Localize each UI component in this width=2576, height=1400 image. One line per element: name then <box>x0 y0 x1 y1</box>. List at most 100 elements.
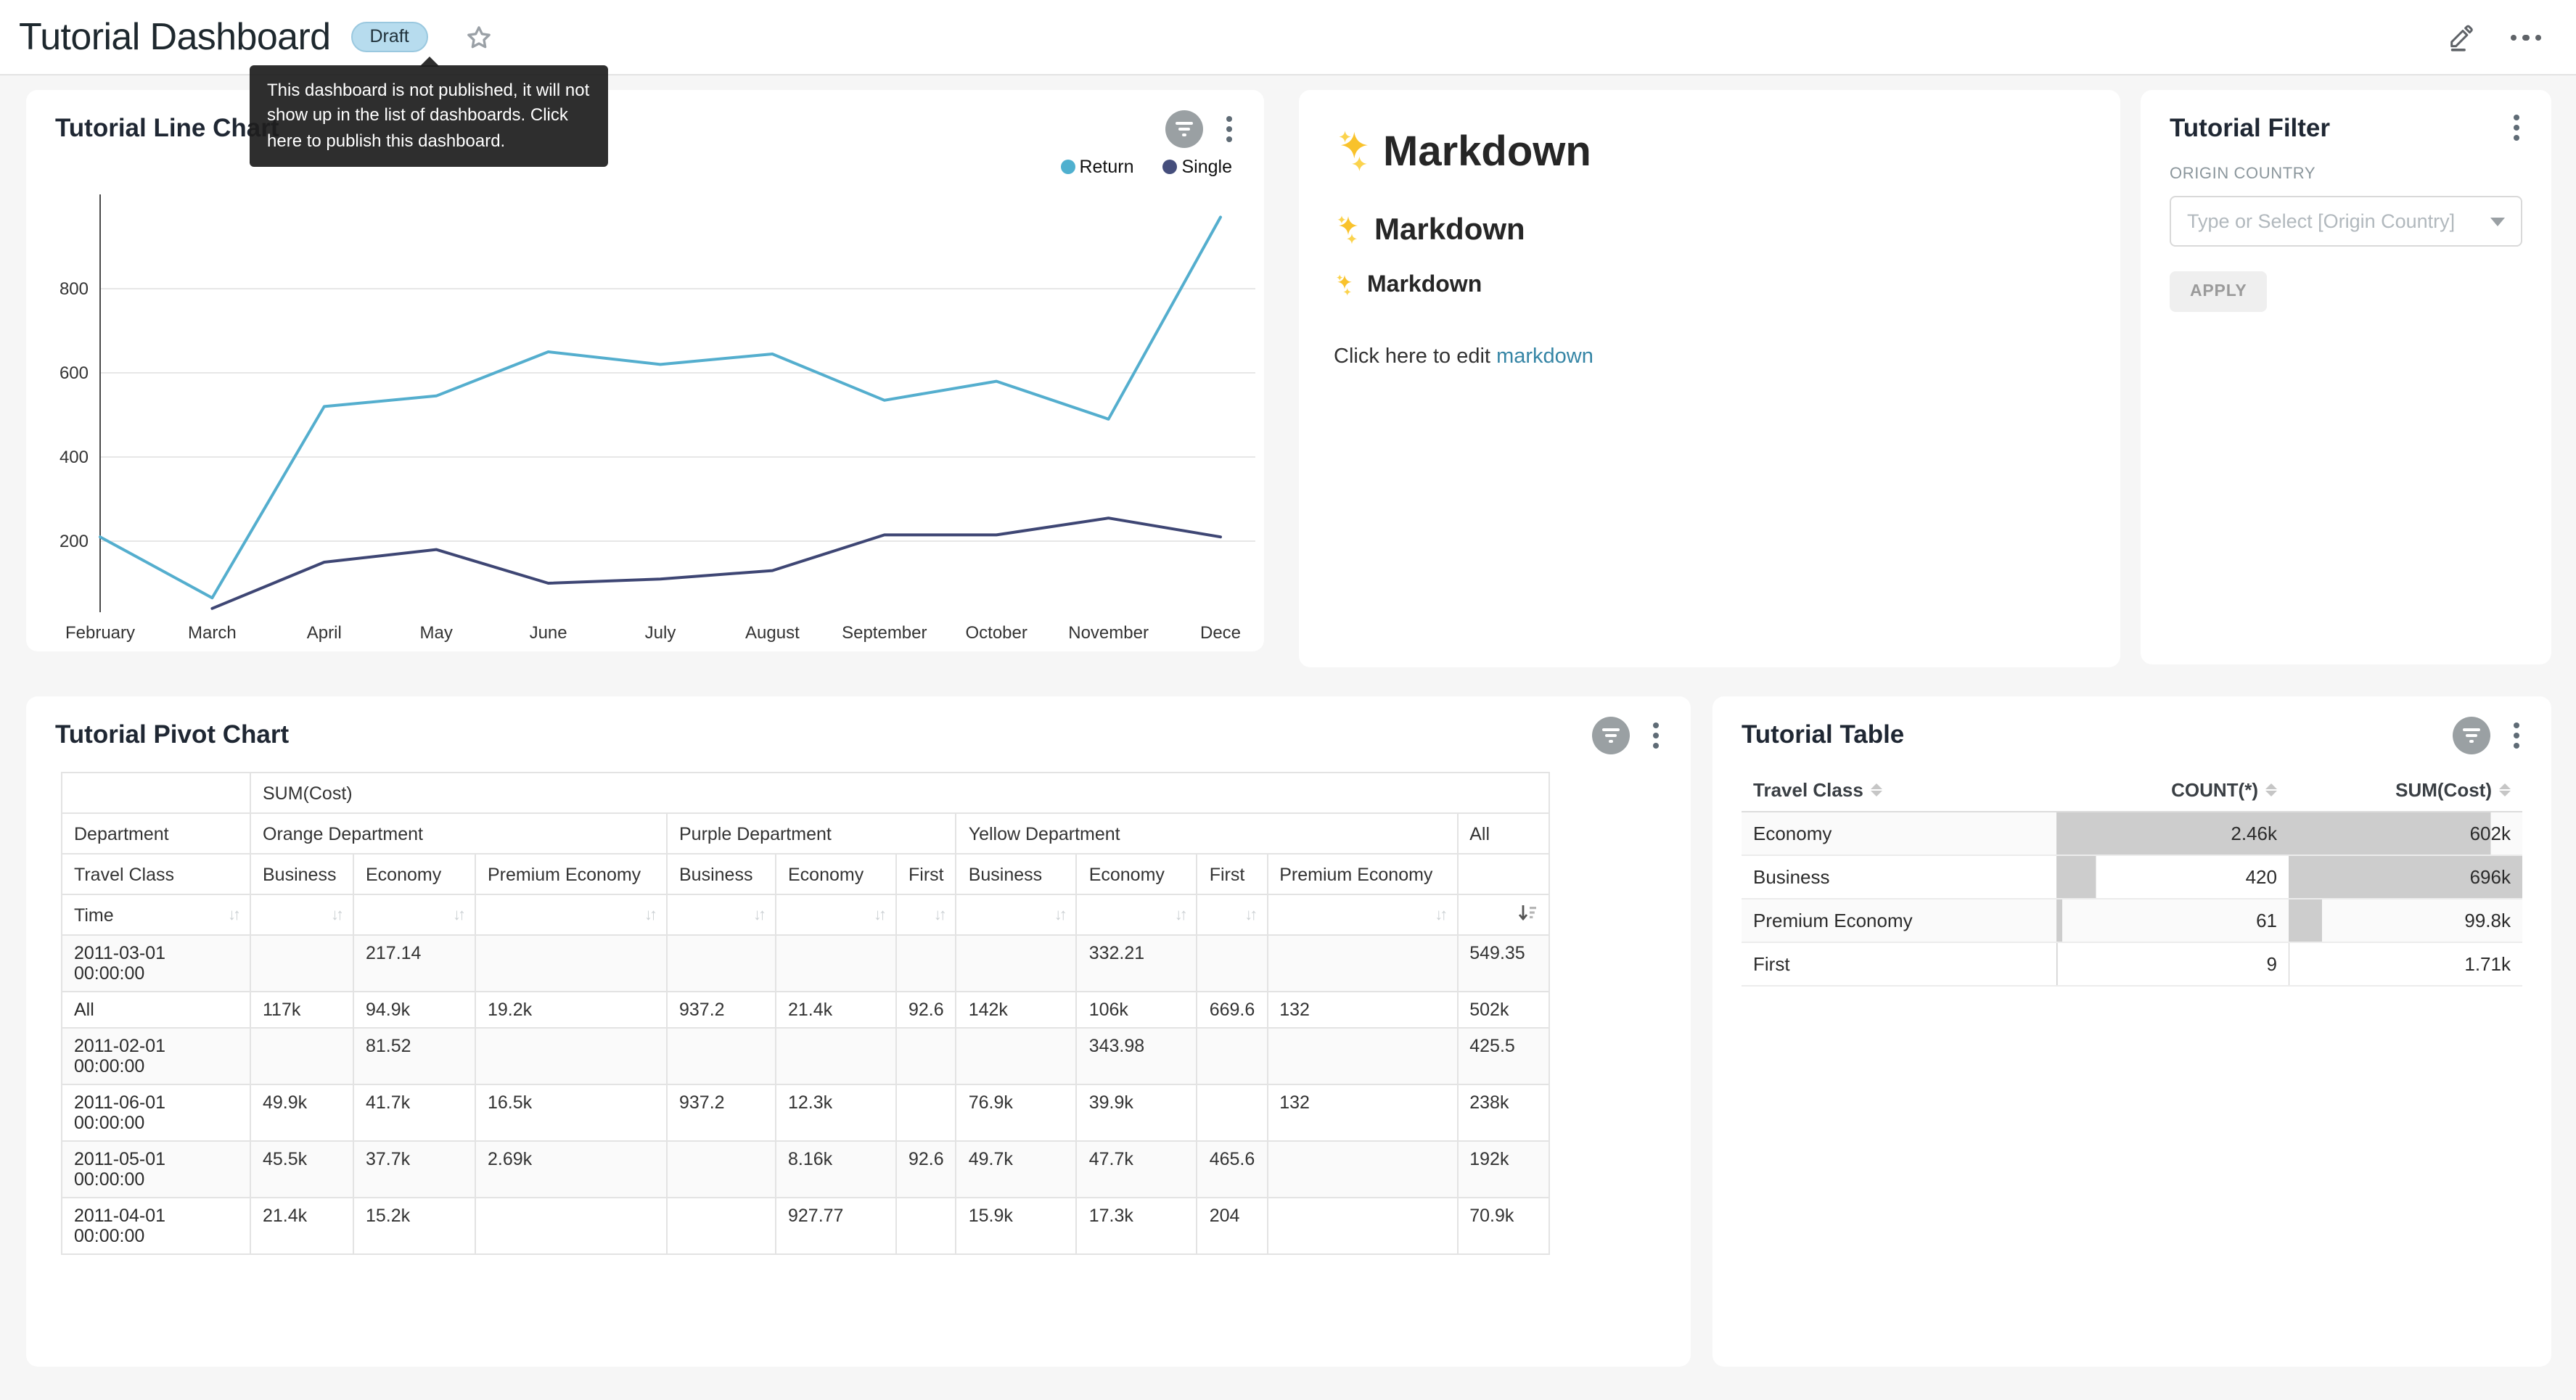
filter-scope-icon[interactable] <box>2453 717 2490 754</box>
pivot-cell <box>1197 1084 1268 1141</box>
sort-desc-active-icon[interactable] <box>1517 903 1536 926</box>
sparkles-icon <box>1334 213 1369 248</box>
pivot-metric-header: SUM(Cost) <box>250 773 1549 813</box>
pivot-subcol-header: Business <box>250 854 353 894</box>
edit-pencil-icon[interactable] <box>2446 23 2475 52</box>
pivot-row: 2011-06-01 00:00:0049.9k41.7k16.5k937.21… <box>62 1084 1549 1141</box>
svg-text:800: 800 <box>60 279 89 299</box>
cell-sum-cost: 99.8k <box>2289 899 2522 942</box>
pivot-cell <box>250 1028 353 1084</box>
tutorial-table: Travel Class COUNT(*) SUM(Cost) Economy2… <box>1742 769 2522 987</box>
pivot-cell: 669.6 <box>1197 992 1268 1028</box>
sort-carets-icon[interactable] <box>2499 783 2511 796</box>
apply-button[interactable]: APPLY <box>2170 271 2268 312</box>
svg-text:October: October <box>966 623 1027 643</box>
column-header-count[interactable]: COUNT(*) <box>2056 769 2289 812</box>
sort-icon[interactable]: ↓↑ <box>1054 906 1065 923</box>
pivot-cell: 117k <box>250 992 353 1028</box>
cell-count: 2.46k <box>2056 812 2289 855</box>
cell-sum-cost: 602k <box>2289 812 2522 855</box>
sort-icon[interactable]: ↓↑ <box>1175 906 1185 923</box>
chart-legend: Return Single <box>1060 157 1232 177</box>
filter-scope-icon[interactable] <box>1165 110 1203 148</box>
svg-text:Dece: Dece <box>1200 623 1241 643</box>
legend-dot-return <box>1060 160 1075 174</box>
sort-icon[interactable]: ↓↑ <box>453 906 463 923</box>
pivot-row: 2011-04-01 00:00:0021.4k15.2k927.7715.9k… <box>62 1198 1549 1254</box>
sort-icon[interactable]: ↓↑ <box>1244 906 1255 923</box>
pivot-cell <box>896 1084 956 1141</box>
cell-sum-cost: 696k <box>2289 855 2522 899</box>
table-row: Premium Economy6199.8k <box>1742 899 2522 942</box>
legend-item-single[interactable]: Single <box>1163 157 1233 177</box>
pivot-cell: 142k <box>956 992 1077 1028</box>
column-header-travel-class[interactable]: Travel Class <box>1742 769 2056 812</box>
sparkles-icon <box>1334 273 1360 299</box>
svg-text:March: March <box>188 623 237 643</box>
pivot-cell: 92.6 <box>896 992 956 1028</box>
pivot-sort-header: ↓↑ <box>250 894 353 935</box>
sort-icon[interactable]: ↓↑ <box>753 906 763 923</box>
svg-text:April: April <box>307 623 342 643</box>
pivot-cell: 238k <box>1457 1084 1549 1141</box>
header-more-menu-icon[interactable] <box>2510 35 2541 41</box>
draft-status-badge[interactable]: Draft <box>351 22 428 53</box>
pivot-cell <box>475 935 667 992</box>
sort-icon[interactable]: ↓↑ <box>934 906 944 923</box>
sort-icon[interactable]: ↓↑ <box>228 906 238 923</box>
pivot-row-dim-header: Department <box>62 813 250 854</box>
cell-sum-cost: 1.71k <box>2289 942 2522 986</box>
favorite-star-icon[interactable] <box>464 22 493 52</box>
pivot-sort-header: ↓↑ <box>1267 894 1457 935</box>
pivot-cell <box>776 935 896 992</box>
table-row: Business420696k <box>1742 855 2522 899</box>
cell-count: 9 <box>2056 942 2289 986</box>
markdown-paragraph: Click here to edit markdown <box>1334 345 2085 368</box>
pivot-chart-menu-icon[interactable] <box>1647 718 1665 753</box>
pivot-cell <box>667 1141 776 1198</box>
filter-panel-menu-icon[interactable] <box>2508 110 2525 145</box>
sort-icon[interactable]: ↓↑ <box>1435 906 1445 923</box>
pivot-subcol-header: Economy <box>1077 854 1197 894</box>
sort-icon[interactable]: ↓↑ <box>331 906 341 923</box>
cell-travel-class: Economy <box>1742 812 2056 855</box>
pivot-cell: 47.7k <box>1077 1141 1197 1198</box>
pivot-group-header: All <box>1457 813 1549 854</box>
table-panel-menu-icon[interactable] <box>2508 718 2525 753</box>
legend-item-return[interactable]: Return <box>1060 157 1133 177</box>
cell-travel-class: Business <box>1742 855 2056 899</box>
panel-markdown: Markdown Markdown Markdown Click here to… <box>1299 90 2120 667</box>
pivot-row-header: 2011-03-01 00:00:00 <box>62 935 250 992</box>
pivot-subcol-header: Business <box>956 854 1077 894</box>
pivot-cell <box>1267 935 1457 992</box>
pivot-subcol-header: First <box>896 854 956 894</box>
pivot-cell: 549.35 <box>1457 935 1549 992</box>
pivot-cell <box>896 1028 956 1084</box>
svg-text:200: 200 <box>60 532 89 551</box>
pivot-corner-cell <box>62 773 250 813</box>
panel-tutorial-line-chart: Tutorial Line Chart Return Single <box>26 90 1264 651</box>
line-chart-menu-icon[interactable] <box>1221 112 1238 147</box>
origin-country-select[interactable]: Type or Select [Origin Country] <box>2170 196 2522 247</box>
pivot-table: SUM(Cost)DepartmentOrange DepartmentPurp… <box>61 772 1691 1255</box>
column-header-sum-cost[interactable]: SUM(Cost) <box>2289 769 2522 812</box>
sort-icon[interactable]: ↓↑ <box>874 906 884 923</box>
publish-tooltip: This dashboard is not published, it will… <box>250 65 608 167</box>
pivot-cell <box>1267 1198 1457 1254</box>
sort-carets-icon[interactable] <box>1871 783 1882 796</box>
sort-carets-icon[interactable] <box>2265 783 2277 796</box>
sort-icon[interactable]: ↓↑ <box>644 906 655 923</box>
markdown-heading1: Markdown <box>1334 128 2085 177</box>
filter-scope-icon[interactable] <box>1592 717 1630 754</box>
line-chart-title: Tutorial Line Chart <box>55 113 279 144</box>
pivot-cell <box>1197 935 1268 992</box>
svg-text:February: February <box>65 623 135 643</box>
pivot-cell: 92.6 <box>896 1141 956 1198</box>
cell-count: 420 <box>2056 855 2289 899</box>
markdown-edit-link[interactable]: markdown <box>1496 345 1593 368</box>
table-header-row: Travel Class COUNT(*) SUM(Cost) <box>1742 769 2522 812</box>
table-row: Economy2.46k602k <box>1742 812 2522 855</box>
pivot-subcol-header: Economy <box>776 854 896 894</box>
panel-tutorial-pivot-chart: Tutorial Pivot Chart SUM(Cost)Department… <box>26 696 1691 1367</box>
cell-travel-class: Premium Economy <box>1742 899 2056 942</box>
